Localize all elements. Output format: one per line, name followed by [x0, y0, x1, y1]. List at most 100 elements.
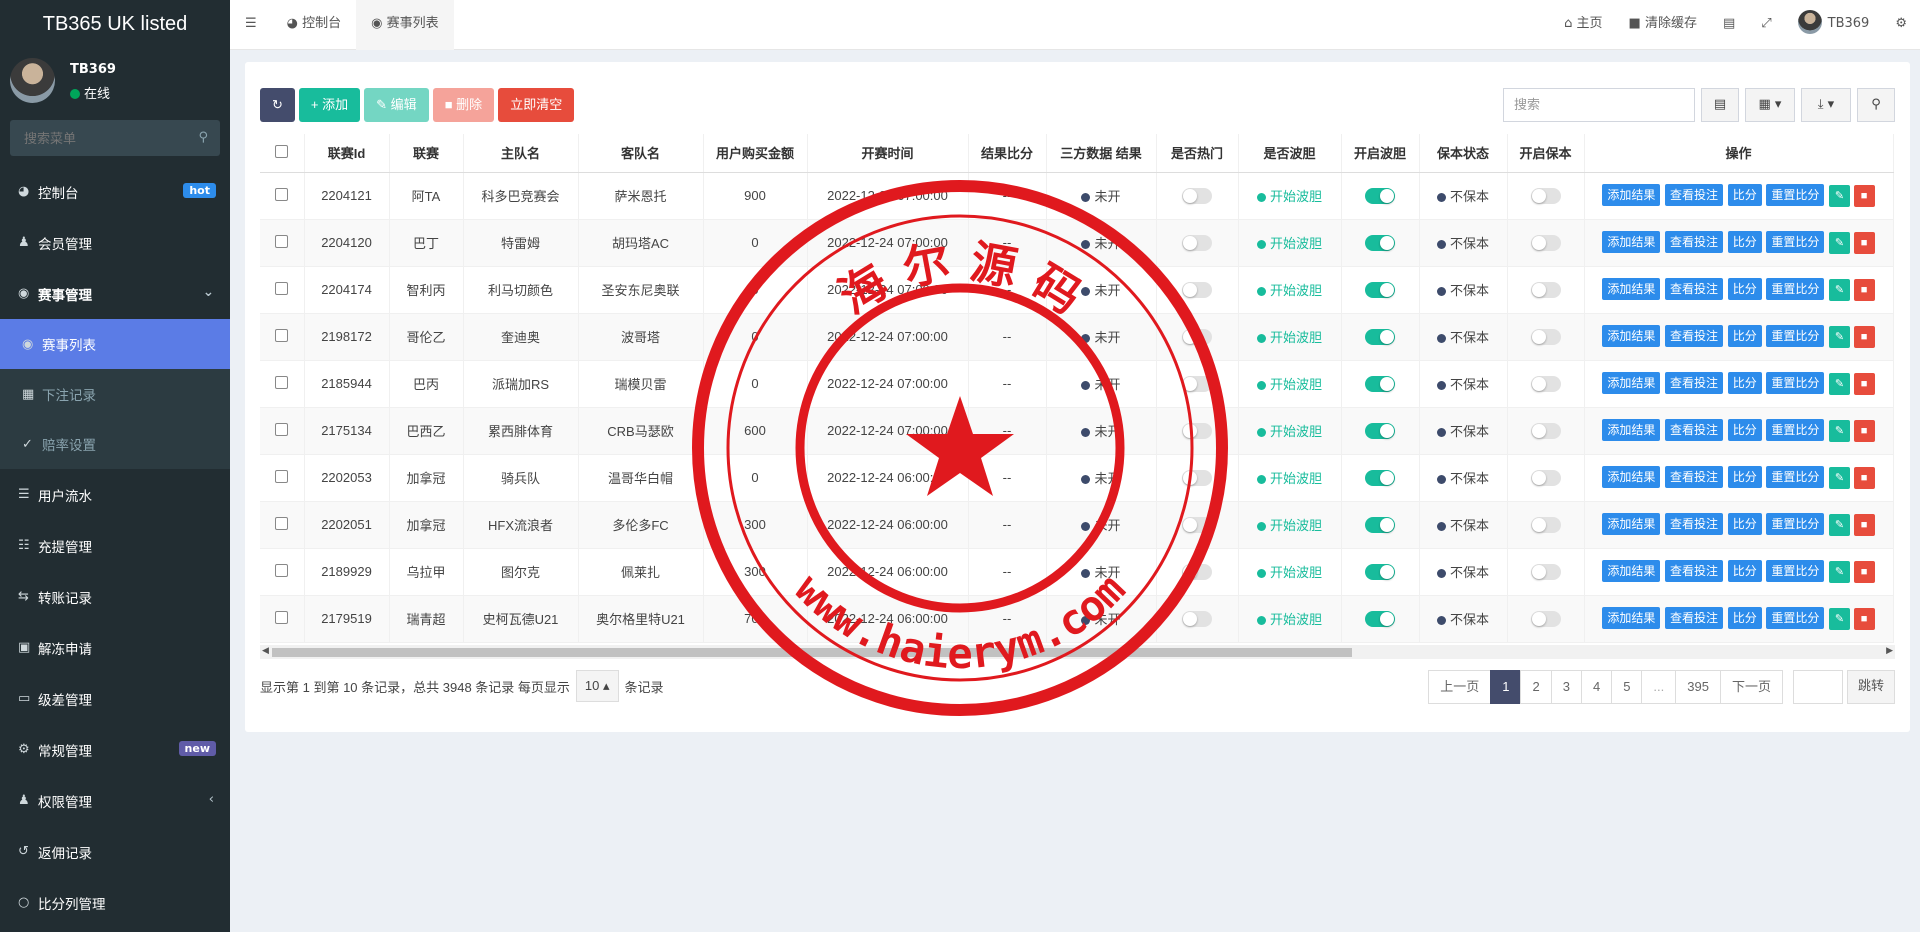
row-checkbox[interactable]	[260, 313, 305, 361]
sidebar-item-permissions[interactable]: ♟ 权限管理 ‹	[0, 775, 230, 826]
delete-trash-icon[interactable]: ■	[1853, 279, 1875, 301]
bodan-toggle[interactable]	[1365, 563, 1395, 580]
bodan-toggle[interactable]	[1365, 328, 1395, 345]
col-header[interactable]: 主队名	[463, 134, 579, 173]
add-result-button[interactable]: 添加结果	[1602, 419, 1661, 441]
export-dropdown-icon[interactable]: ⤓ ▾	[1801, 88, 1851, 122]
edit-pencil-icon[interactable]: ✎	[1828, 561, 1850, 583]
baoben-toggle[interactable]	[1530, 375, 1561, 392]
edit-pencil-icon[interactable]: ✎	[1828, 608, 1850, 630]
view-bets-button[interactable]: 查看投注	[1665, 372, 1724, 394]
edit-pencil-icon[interactable]: ✎	[1828, 467, 1850, 489]
score-button[interactable]: 比分	[1727, 184, 1762, 206]
page-size-select[interactable]: 10 ▴	[575, 670, 619, 702]
refresh-button[interactable]: ↻	[260, 88, 295, 122]
bodan-toggle[interactable]	[1365, 516, 1395, 533]
page-button[interactable]: 2	[1520, 670, 1552, 704]
add-result-button[interactable]: 添加结果	[1602, 231, 1661, 253]
baoben-toggle[interactable]	[1530, 469, 1561, 486]
table-row[interactable]: 2179519 瑞青超 史柯瓦德U21 奥尔格里特U21 700 2022-12-24 0…	[260, 595, 1894, 643]
delete-trash-icon[interactable]: ■	[1853, 467, 1875, 489]
table-row[interactable]: 2204174 智利丙 利马切颜色 圣安东尼奥联 0 2022-12-24 07:00:0…	[260, 266, 1894, 314]
col-header[interactable]: 联赛Id	[304, 134, 390, 173]
score-button[interactable]: 比分	[1727, 560, 1762, 582]
hot-toggle[interactable]	[1182, 422, 1212, 439]
page-button[interactable]: 3	[1550, 670, 1582, 704]
edit-pencil-icon[interactable]: ✎	[1828, 373, 1850, 395]
tab-match-list[interactable]: ◉ 赛事列表	[356, 0, 454, 50]
sidebar-item-deposit-withdraw[interactable]: ☷ 充提管理	[0, 520, 230, 571]
view-bets-button[interactable]: 查看投注	[1665, 231, 1724, 253]
menu-toggle-icon[interactable]: ☰	[230, 0, 272, 50]
columns-dropdown-icon[interactable]: ▦ ▾	[1745, 88, 1795, 122]
delete-trash-icon[interactable]: ■	[1853, 185, 1875, 207]
col-header[interactable]: 开启波胆	[1341, 134, 1420, 173]
table-row[interactable]: 2202051 加拿冠 HFX流浪者 多伦多FC 300 2022-12-24 06:00…	[260, 501, 1894, 549]
score-button[interactable]: 比分	[1727, 466, 1762, 488]
sidebar-item-general[interactable]: ⚙ 常规管理 new	[0, 724, 230, 775]
score-button[interactable]: 比分	[1727, 278, 1762, 300]
bodan-label[interactable]: 开始波胆	[1270, 377, 1322, 392]
prev-page-button[interactable]: 上一页	[1428, 670, 1492, 704]
delete-trash-icon[interactable]: ■	[1853, 326, 1875, 348]
row-checkbox[interactable]	[260, 501, 305, 549]
scroll-thumb[interactable]	[272, 648, 1352, 657]
clear-now-button[interactable]: 立即清空	[498, 88, 575, 122]
sidebar-item-odds-settings[interactable]: ✓ 赔率设置	[0, 419, 230, 469]
row-checkbox[interactable]	[260, 595, 305, 643]
sidebar-item-user-flow[interactable]: ☰ 用户流水	[0, 469, 230, 520]
scroll-left-icon[interactable]: ◀	[262, 646, 269, 656]
hot-toggle[interactable]	[1182, 328, 1212, 345]
baoben-toggle[interactable]	[1530, 422, 1561, 439]
table-row[interactable]: 2175134 巴西乙 累西腓体育 CRB马瑟欧 600 2022-12-24 07:00…	[260, 407, 1894, 455]
col-header[interactable]: 开赛时间	[807, 134, 969, 173]
next-page-button[interactable]: 下一页	[1719, 670, 1783, 704]
sidebar-item-dashboard[interactable]: ◕ 控制台 hot	[0, 166, 230, 217]
delete-button[interactable]: ■ 删除	[432, 88, 495, 122]
hot-toggle[interactable]	[1182, 610, 1212, 627]
score-button[interactable]: 比分	[1727, 325, 1762, 347]
page-button[interactable]: 4	[1580, 670, 1613, 704]
view-bets-button[interactable]: 查看投注	[1665, 419, 1724, 441]
score-button[interactable]: 比分	[1727, 231, 1762, 253]
hot-toggle[interactable]	[1182, 375, 1212, 392]
col-header[interactable]: 是否波胆	[1238, 134, 1342, 173]
reset-score-button[interactable]: 重置比分	[1766, 325, 1825, 347]
delete-trash-icon[interactable]: ■	[1853, 373, 1875, 395]
edit-pencil-icon[interactable]: ✎	[1828, 279, 1850, 301]
add-result-button[interactable]: 添加结果	[1602, 278, 1661, 300]
bodan-toggle[interactable]	[1365, 187, 1395, 204]
home-link[interactable]: ⌂ 主页	[1551, 0, 1615, 50]
score-button[interactable]: 比分	[1727, 607, 1762, 629]
baoben-toggle[interactable]	[1530, 234, 1561, 251]
reset-score-button[interactable]: 重置比分	[1766, 231, 1825, 253]
delete-trash-icon[interactable]: ■	[1853, 514, 1875, 536]
reset-score-button[interactable]: 重置比分	[1766, 513, 1825, 535]
bodan-label[interactable]: 开始波胆	[1270, 424, 1322, 439]
view-bets-button[interactable]: 查看投注	[1665, 466, 1724, 488]
col-header[interactable]: 客队名	[578, 134, 704, 173]
app-logo[interactable]: TB365 UK listed	[0, 0, 230, 50]
bodan-label[interactable]: 开始波胆	[1270, 612, 1322, 627]
row-checkbox[interactable]	[260, 266, 305, 314]
jump-button[interactable]: 跳转	[1846, 670, 1895, 704]
bodan-label[interactable]: 开始波胆	[1270, 330, 1322, 345]
add-result-button[interactable]: 添加结果	[1602, 607, 1661, 629]
row-checkbox[interactable]	[260, 360, 305, 408]
add-result-button[interactable]: 添加结果	[1602, 513, 1661, 535]
jump-page-input[interactable]	[1792, 670, 1843, 704]
fullscreen-icon[interactable]: ⤢	[1748, 0, 1784, 50]
score-button[interactable]: 比分	[1727, 419, 1762, 441]
reset-score-button[interactable]: 重置比分	[1766, 560, 1825, 582]
delete-trash-icon[interactable]: ■	[1853, 420, 1875, 442]
table-row[interactable]: 2204121 阿TA 科多巴竞赛会 萨米恩托 900 2022-12-24 07:00:…	[260, 172, 1894, 220]
add-button[interactable]: + 添加	[298, 88, 361, 122]
bodan-label[interactable]: 开始波胆	[1270, 518, 1322, 533]
score-button[interactable]: 比分	[1727, 513, 1762, 535]
hot-toggle[interactable]	[1182, 234, 1212, 251]
reset-score-button[interactable]: 重置比分	[1766, 372, 1825, 394]
table-row[interactable]: 2185944 巴丙 派瑞加RS 瑞模贝雷 0 2022-12-24 07:00:00 --…	[260, 360, 1894, 408]
view-bets-button[interactable]: 查看投注	[1665, 325, 1724, 347]
sidebar-item-unfreeze-requests[interactable]: ▣ 解冻申请	[0, 622, 230, 673]
row-checkbox[interactable]	[260, 219, 305, 267]
